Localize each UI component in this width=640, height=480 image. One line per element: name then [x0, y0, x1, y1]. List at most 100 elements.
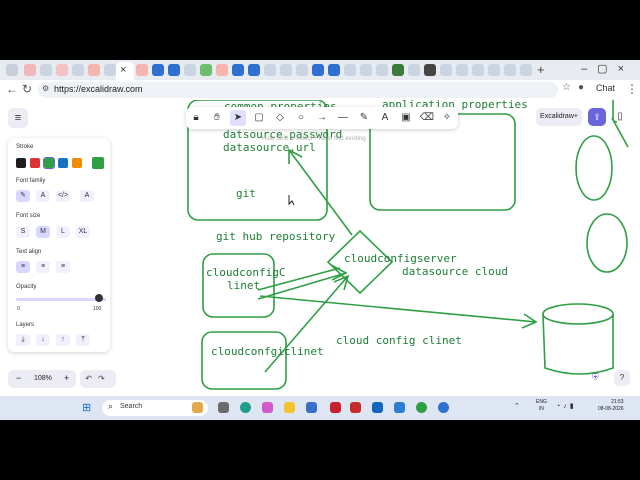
app-icon[interactable]	[394, 402, 405, 413]
gmail-tab-icon[interactable]	[136, 64, 148, 76]
rectangle-icon[interactable]: ▢	[251, 110, 267, 126]
stroke-swatch-orange[interactable]	[72, 158, 82, 168]
tab-icon[interactable]	[488, 64, 500, 76]
send-to-back-icon[interactable]: ⤓	[16, 334, 30, 346]
share-icon[interactable]: ⇪	[588, 108, 606, 126]
tab-icon[interactable]	[472, 64, 484, 76]
copilot-icon[interactable]	[262, 402, 273, 413]
tab-icon[interactable]	[440, 64, 452, 76]
tab-icon[interactable]	[328, 64, 340, 76]
redo-icon[interactable]: ↷	[98, 374, 111, 383]
lock-icon[interactable]: 🔒︎	[188, 110, 204, 126]
zoom-in-button[interactable]: +	[64, 373, 69, 383]
tab-icon[interactable]	[392, 64, 404, 76]
windows-start-icon[interactable]: ⊞	[82, 401, 91, 414]
line-icon[interactable]: —	[335, 110, 351, 126]
selection-icon[interactable]: ➤	[230, 110, 246, 126]
label-cloud-config-clinet[interactable]: cloud config clinet	[336, 334, 462, 347]
tab-icon[interactable]	[296, 64, 308, 76]
tab-icon[interactable]	[200, 64, 212, 76]
label-datasource-cloud[interactable]: datasource cloud	[402, 265, 508, 278]
label-git[interactable]: git	[236, 187, 256, 200]
tab-icon[interactable]	[504, 64, 516, 76]
label-client-1-line-2[interactable]: linet	[227, 279, 260, 292]
pencil-icon[interactable]: ✎	[356, 110, 372, 126]
app-icon[interactable]	[438, 402, 449, 413]
font-size-m[interactable]: M	[36, 226, 50, 238]
tab-icon[interactable]	[104, 64, 116, 76]
stroke-swatch-red[interactable]	[30, 158, 40, 168]
clock[interactable]: 21:53 08-08-2026	[598, 399, 624, 413]
bookmark-star-icon[interactable]: ☆	[562, 82, 571, 93]
tab-icon[interactable]	[24, 64, 36, 76]
tab-close-icon[interactable]: ×	[120, 63, 126, 77]
arrow-icon[interactable]: →	[314, 110, 330, 126]
tab-icon[interactable]	[72, 64, 84, 76]
tab-icon[interactable]	[456, 64, 468, 76]
tab-icon[interactable]	[360, 64, 372, 76]
label-client-2[interactable]: cloudconfgiclinet	[211, 345, 324, 358]
opacity-slider-handle[interactable]	[95, 294, 103, 302]
mcafee-icon[interactable]	[330, 402, 341, 413]
github-tab-icon[interactable]	[424, 64, 436, 76]
site-info-icon[interactable]: ⚙	[42, 84, 49, 93]
main-menu-button[interactable]: ≡	[8, 108, 28, 128]
gmail-tab-icon[interactable]	[216, 64, 228, 76]
widget-icon[interactable]	[192, 402, 203, 413]
laser-icon[interactable]: ✧	[439, 110, 455, 126]
font-normal-icon[interactable]: A	[36, 190, 50, 202]
ellipse-icon[interactable]: ○	[293, 110, 309, 126]
profile-avatar[interactable]: ●	[578, 82, 584, 93]
language-indicator[interactable]: ENG IN	[536, 399, 547, 413]
send-backward-icon[interactable]: ↓	[36, 334, 50, 346]
hand-icon[interactable]: ✋︎	[209, 110, 225, 126]
align-right-icon[interactable]: ≡	[56, 261, 70, 273]
outlook-icon[interactable]	[372, 402, 383, 413]
label-cloudconfigserver[interactable]: cloudconfigserver	[344, 252, 457, 265]
ellipse-shape-1[interactable]	[575, 135, 613, 201]
stroke-swatch-green[interactable]	[43, 157, 55, 169]
database-cylinder-top[interactable]	[542, 303, 614, 325]
label-client-1-line-1[interactable]: cloudconfigC	[206, 266, 285, 279]
tab-icon[interactable]	[408, 64, 420, 76]
back-icon[interactable]: ←	[6, 82, 18, 96]
task-view-icon[interactable]	[218, 402, 229, 413]
undo-icon[interactable]: ↶	[85, 374, 98, 383]
image-icon[interactable]: ▣	[398, 110, 414, 126]
spotify-icon[interactable]	[416, 402, 427, 413]
zoom-out-button[interactable]: −	[16, 373, 21, 383]
tab-icon[interactable]	[232, 64, 244, 76]
font-code-icon[interactable]: </>	[56, 190, 70, 202]
cloud-client-box-2[interactable]	[201, 331, 287, 390]
database-cylinder-body[interactable]	[542, 313, 614, 375]
tab-icon[interactable]	[168, 64, 180, 76]
opacity-slider[interactable]	[16, 298, 106, 301]
file-explorer-icon[interactable]	[284, 402, 295, 413]
label-git-hub-repository[interactable]: git hub repository	[216, 230, 336, 243]
font-size-xl[interactable]: XL	[76, 226, 90, 238]
more-menu-icon[interactable]: ⋮	[626, 82, 638, 96]
tab-icon[interactable]	[184, 64, 196, 76]
library-icon[interactable]: ▯	[612, 108, 628, 126]
text-icon[interactable]: A	[377, 110, 393, 126]
align-left-icon[interactable]: ≡	[16, 261, 30, 273]
undo-redo-controls[interactable]: ↶↷	[80, 370, 116, 388]
bring-to-front-icon[interactable]: ⤒	[76, 334, 90, 346]
excalidraw-canvas[interactable]: common properties application properties…	[0, 100, 640, 396]
gmail-tab-icon[interactable]	[88, 64, 100, 76]
tab-icon[interactable]	[56, 64, 68, 76]
system-tray-icons[interactable]: ◔♪▮	[556, 402, 577, 410]
app-icon[interactable]	[350, 402, 361, 413]
ellipse-shape-2[interactable]	[586, 213, 628, 273]
stroke-swatch-black[interactable]	[16, 158, 26, 168]
excalidraw-plus-button[interactable]: Excalidraw+	[536, 108, 582, 126]
tab-icon[interactable]	[264, 64, 276, 76]
zoom-level[interactable]: 108%	[34, 375, 52, 382]
font-size-s[interactable]: S	[16, 226, 30, 238]
stroke-swatch-blue[interactable]	[58, 158, 68, 168]
app-icon[interactable]	[306, 402, 317, 413]
url-text[interactable]: https://excalidraw.com	[54, 84, 143, 94]
reload-icon[interactable]: ↻	[22, 82, 32, 96]
tab-icon[interactable]	[312, 64, 324, 76]
tab-icon[interactable]	[152, 64, 164, 76]
